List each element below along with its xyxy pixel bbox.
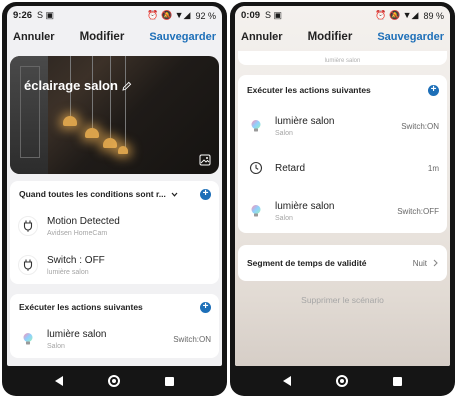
battery-level: 92 %	[195, 10, 216, 21]
action-value: Switch:ON	[173, 334, 211, 344]
app-bar: Annuler Modifier Sauvegarder	[235, 25, 450, 49]
action-title: lumière salon	[275, 200, 335, 212]
scene-name-text: éclairage salon	[24, 78, 118, 93]
screen-left: 9:26 S ▣ ⏰ 🔕 ▼◢ 92 % Annuler Modifier Sa…	[7, 6, 222, 366]
save-button[interactable]: Sauvegarder	[149, 31, 216, 43]
actions-title: Exécuter les actions suivantes	[247, 85, 371, 95]
actions-header: Exécuter les actions suivantes +	[10, 294, 219, 320]
screen-right: 0:09 S ▣ ⏰ 🔕 ▼◢ 89 % Annuler Modifier Sa…	[235, 6, 450, 366]
back-icon[interactable]	[54, 376, 63, 386]
pendant-lamp	[85, 128, 99, 138]
home-icon[interactable]	[107, 375, 120, 387]
cancel-button[interactable]: Annuler	[241, 31, 283, 43]
action-subtitle: Salon	[275, 214, 293, 222]
actions-title: Exécuter les actions suivantes	[19, 302, 143, 312]
system-nav-bar	[230, 366, 455, 396]
condition-item[interactable]: Switch : OFF lumière salon	[10, 246, 219, 284]
condition-title: Switch : OFF	[47, 254, 105, 266]
action-subtitle: Salon	[275, 129, 293, 137]
validity-period-row[interactable]: Segment de temps de validité Nuit	[238, 245, 447, 281]
window-graphic	[10, 56, 48, 174]
lamp-cord	[110, 56, 111, 140]
action-item[interactable]: lumière salon Salon Switch:ON	[238, 105, 447, 147]
image-icon[interactable]	[199, 154, 211, 166]
bulb-icon	[246, 116, 266, 136]
condition-title: Motion Detected	[47, 215, 120, 227]
pendant-lamp	[118, 146, 128, 154]
condition-subtitle: lumière salon	[47, 268, 89, 276]
status-time: 0:09	[241, 10, 261, 21]
action-title: Retard	[275, 162, 306, 174]
conditions-title: Quand toutes les conditions sont r...	[19, 189, 166, 199]
actions-card: Exécuter les actions suivantes + lumière…	[10, 294, 219, 358]
condition-subtitle: Avidsen HomeCam	[47, 229, 108, 237]
chevron-right-icon	[433, 259, 438, 267]
recent-apps-icon[interactable]	[165, 376, 175, 386]
recent-apps-icon[interactable]	[393, 376, 403, 386]
lamp-cord	[92, 56, 93, 130]
pendant-lamp	[63, 116, 77, 126]
scene-name[interactable]: éclairage salon	[24, 78, 132, 93]
conditions-header: Quand toutes les conditions sont r... +	[10, 181, 219, 207]
action-item-delay[interactable]: Retard 1m	[238, 147, 447, 189]
status-notification-icons: S ▣	[37, 10, 55, 20]
app-bar: Annuler Modifier Sauvegarder	[7, 25, 222, 49]
partial-item-label: lumière salon	[324, 58, 361, 64]
status-bar: 0:09 S ▣ ⏰ 🔕 ▼◢ 89 %	[235, 6, 450, 25]
battery-level: 89 %	[423, 10, 444, 21]
conditions-card: Quand toutes les conditions sont r... + …	[10, 181, 219, 284]
condition-item[interactable]: Motion Detected Avidsen HomeCam	[10, 207, 219, 245]
delete-scene-button[interactable]: Supprimer le scénario	[235, 295, 450, 305]
plug-icon	[18, 255, 38, 275]
page-title: Modifier	[79, 31, 125, 43]
chevron-down-icon[interactable]	[171, 192, 178, 197]
validity-label: Segment de temps de validité	[247, 258, 367, 268]
status-time: 9:26	[13, 10, 33, 21]
scene-cover-image: éclairage salon	[10, 56, 219, 174]
status-notification-icons: S ▣	[265, 10, 283, 20]
action-value: 1m	[427, 163, 439, 173]
add-action-button[interactable]: +	[200, 301, 211, 313]
action-value: Switch:ON	[401, 121, 439, 131]
phone-frame-left: 9:26 S ▣ ⏰ 🔕 ▼◢ 92 % Annuler Modifier Sa…	[2, 2, 227, 396]
status-system-icons: ⏰ 🔕 ▼◢	[375, 10, 419, 20]
action-title: lumière salon	[275, 115, 335, 127]
action-item[interactable]: lumière salon Salon Switch:ON	[10, 320, 219, 358]
system-nav-bar	[2, 366, 227, 396]
pencil-icon[interactable]	[122, 81, 132, 91]
back-icon[interactable]	[282, 376, 291, 386]
actions-header: Exécuter les actions suivantes +	[238, 75, 447, 105]
add-condition-button[interactable]: +	[200, 188, 211, 200]
scrolled-condition-card: lumière salon	[238, 51, 447, 65]
validity-value: Nuit	[412, 258, 427, 268]
page-title: Modifier	[307, 31, 353, 43]
phone-frame-right: 0:09 S ▣ ⏰ 🔕 ▼◢ 89 % Annuler Modifier Sa…	[230, 2, 455, 396]
cancel-button[interactable]: Annuler	[13, 31, 55, 43]
status-bar: 9:26 S ▣ ⏰ 🔕 ▼◢ 92 %	[7, 6, 222, 25]
action-title: lumière salon	[47, 328, 107, 340]
timer-icon	[246, 158, 266, 178]
action-item[interactable]: lumière salon Salon Switch:OFF	[238, 189, 447, 233]
action-value: Switch:OFF	[397, 206, 439, 216]
bulb-icon	[246, 201, 266, 221]
lamp-cord	[125, 56, 126, 148]
status-system-icons: ⏰ 🔕 ▼◢	[147, 10, 191, 20]
plug-icon	[18, 216, 38, 236]
save-button[interactable]: Sauvegarder	[377, 31, 444, 43]
action-subtitle: Salon	[47, 342, 65, 350]
pendant-lamp	[103, 138, 117, 148]
add-action-button[interactable]: +	[428, 84, 439, 96]
home-icon[interactable]	[335, 375, 348, 387]
bulb-icon	[18, 329, 38, 349]
actions-card: Exécuter les actions suivantes + lumière…	[238, 75, 447, 233]
